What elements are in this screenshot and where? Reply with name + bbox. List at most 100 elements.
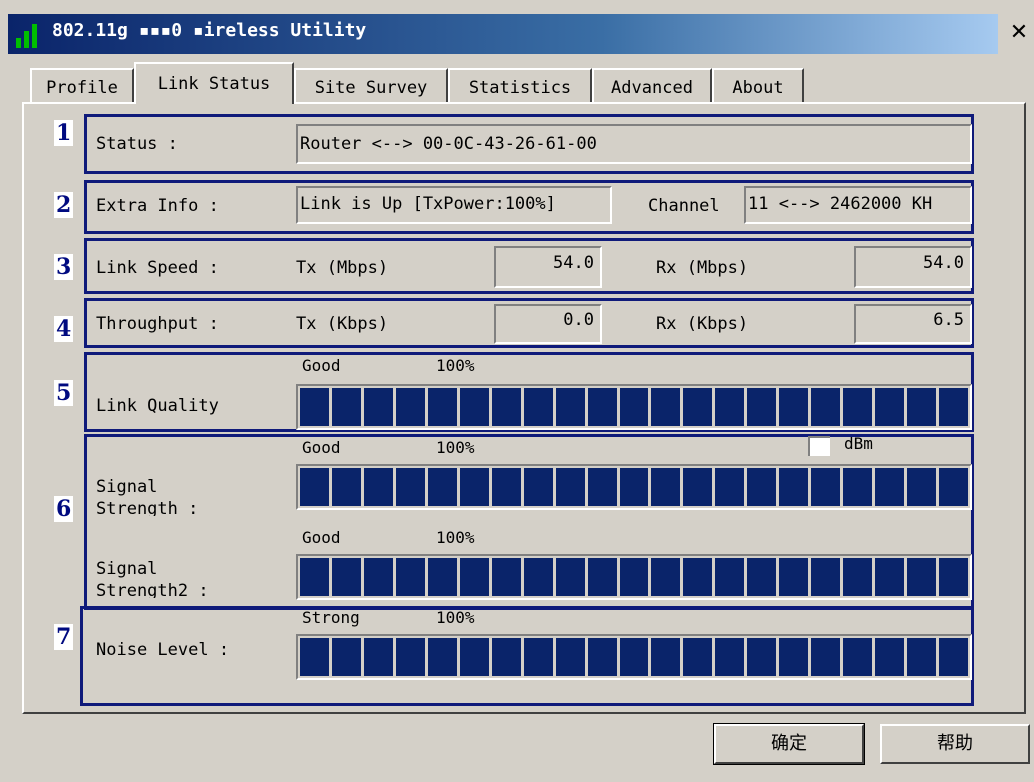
bar-segment [555, 558, 585, 596]
signal-strength2-bar [296, 554, 972, 600]
signal-strength2-label: Signal Strength2 : [96, 559, 209, 598]
tab-about[interactable]: About [712, 68, 804, 102]
bar-segment [491, 468, 521, 506]
bar-segment [811, 468, 841, 506]
link-quality-bar [296, 384, 972, 430]
bar-segment [939, 558, 969, 596]
bar-segment [300, 468, 329, 506]
bar-segment [683, 558, 713, 596]
bar-segment [459, 388, 489, 426]
bar-segment [363, 388, 393, 426]
bar-segment [715, 388, 745, 426]
status-label: Status : [96, 134, 178, 154]
bar-segment [747, 638, 777, 676]
help-button[interactable]: 帮助 [880, 724, 1030, 764]
tx-mbps-value: 54.0 [494, 246, 602, 288]
signal-strength-percent: 100% [436, 438, 475, 457]
bar-segment [619, 388, 649, 426]
link-speed-label: Link Speed : [96, 258, 219, 278]
bar-segment [395, 558, 425, 596]
dbm-label: dBm [844, 434, 873, 453]
link-quality-label: Link Quality [96, 396, 219, 416]
signal-strength2-level: Good [302, 528, 341, 547]
bar-segment [331, 388, 361, 426]
extra-info-label: Extra Info : [96, 196, 219, 216]
tab-site-survey[interactable]: Site Survey [294, 68, 448, 102]
bar-segment [939, 388, 969, 426]
rx-mbps-value: 54.0 [854, 246, 972, 288]
group-number: 7 [54, 624, 74, 650]
dbm-checkbox[interactable] [808, 436, 830, 456]
group-number: 6 [54, 496, 74, 522]
bar-segment [331, 638, 361, 676]
bar-segment [683, 638, 713, 676]
bar-segment [523, 638, 553, 676]
bar-segment [747, 468, 777, 506]
group-number: 2 [54, 192, 74, 218]
channel-label: Channel [648, 196, 720, 216]
tab-advanced[interactable]: Advanced [592, 68, 712, 102]
bar-segment [939, 638, 969, 676]
bar-segment [715, 558, 745, 596]
window-title: 802.11g ▪▪▪0 ▪ireless Utility [52, 20, 367, 41]
group-number: 5 [54, 380, 74, 406]
signal-icon [16, 24, 37, 48]
bar-segment [779, 388, 809, 426]
bar-segment [459, 558, 489, 596]
group-number: 1 [54, 120, 74, 146]
bar-segment [363, 638, 393, 676]
bar-segment [779, 638, 809, 676]
noise-level-level: Strong [302, 608, 360, 627]
bar-segment [811, 558, 841, 596]
bar-segment [779, 468, 809, 506]
bar-segment [491, 638, 521, 676]
bar-segment [875, 468, 905, 506]
ok-button[interactable]: 确定 [713, 723, 865, 765]
group-number: 3 [54, 254, 74, 280]
bar-segment [363, 558, 393, 596]
tx-kbps-value: 0.0 [494, 304, 602, 344]
bar-segment [651, 558, 681, 596]
signal-strength2-percent: 100% [436, 528, 475, 547]
bar-segment [939, 468, 969, 506]
noise-level-label: Noise Level : [96, 640, 230, 660]
tx-mbps-label: Tx (Mbps) [296, 258, 389, 278]
bar-segment [427, 468, 457, 506]
bar-segment [363, 468, 393, 506]
throughput-label: Throughput : [96, 314, 219, 334]
tab-profile[interactable]: Profile [30, 68, 134, 102]
bar-segment [683, 388, 713, 426]
bar-segment [843, 638, 873, 676]
bar-segment [523, 558, 553, 596]
bar-segment [491, 388, 521, 426]
noise-level-percent: 100% [436, 608, 475, 627]
bar-segment [715, 468, 745, 506]
tab-statistics[interactable]: Statistics [448, 68, 592, 102]
bar-segment [907, 638, 937, 676]
bar-segment [619, 638, 649, 676]
bar-segment [651, 388, 681, 426]
channel-value: 11 <--> 2462000 KH [744, 186, 972, 224]
bar-segment [555, 388, 585, 426]
bar-segment [331, 468, 361, 506]
noise-level-bar [296, 634, 972, 680]
bar-segment [555, 638, 585, 676]
bar-segment [427, 388, 457, 426]
bar-segment [619, 468, 649, 506]
bar-segment [651, 468, 681, 506]
bar-segment [395, 388, 425, 426]
bar-segment [875, 558, 905, 596]
bar-segment [811, 388, 841, 426]
group-number: 4 [54, 316, 74, 342]
tab-link-status[interactable]: Link Status [134, 62, 294, 104]
close-button[interactable]: ✕ [1004, 14, 1034, 54]
rx-kbps-value: 6.5 [854, 304, 972, 344]
bar-segment [811, 638, 841, 676]
tx-kbps-label: Tx (Kbps) [296, 314, 389, 334]
bar-segment [300, 558, 329, 596]
bar-segment [715, 638, 745, 676]
bar-segment [331, 558, 361, 596]
bar-segment [587, 388, 617, 426]
bar-segment [300, 638, 329, 676]
signal-strength-bar [296, 464, 972, 510]
